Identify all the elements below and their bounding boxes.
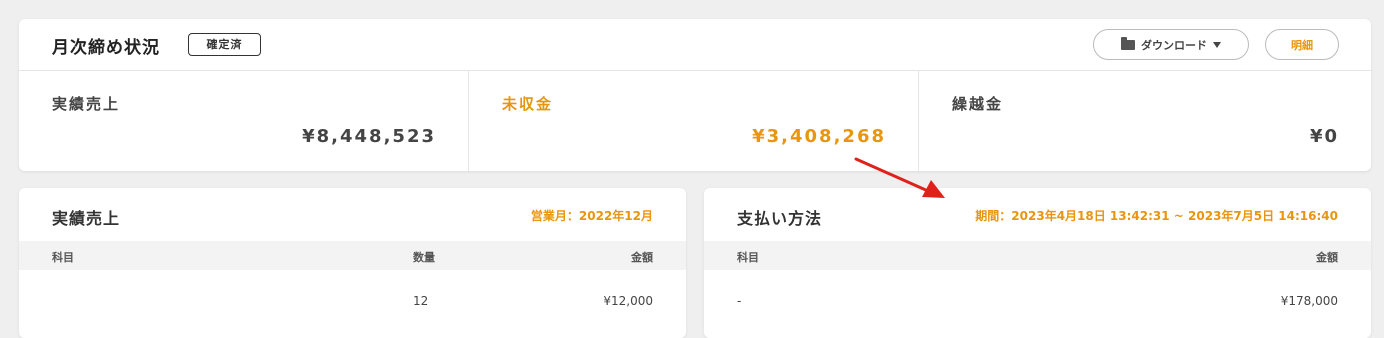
section-title: 支払い方法 xyxy=(737,209,823,228)
sales-card: 実績売上 営業月：2022年12月 科目 数量 金額 12 ¥12,000 xyxy=(19,188,686,338)
caret-down-icon xyxy=(1213,41,1221,48)
table-header: 科目 金額 xyxy=(704,241,1371,270)
summary-header: 月次締め状況 確定済 ダウンロード 明細 xyxy=(19,19,1371,71)
cell-amount: ¥178,000 xyxy=(1280,294,1338,308)
period-range: 期間：2023年4月18日 13:42:31 ~ 2023年7月5日 14:16… xyxy=(975,209,1338,223)
cell-item: - xyxy=(737,294,742,308)
metric-receivables: 未収金 ¥3,408,268 xyxy=(468,70,919,171)
metric-label: 繰越金 xyxy=(952,95,1004,113)
page-title: 月次締め状況 xyxy=(52,38,160,58)
metric-actual-sales: 実績売上 ¥8,448,523 xyxy=(19,70,469,171)
folder-icon xyxy=(1121,36,1135,50)
download-label: ダウンロード xyxy=(1141,38,1207,52)
business-month: 営業月：2022年12月 xyxy=(530,209,653,223)
detail-button[interactable]: 明細 xyxy=(1265,29,1339,60)
column-header-quantity: 数量 xyxy=(413,251,435,264)
metric-value: ¥8,448,523 xyxy=(302,126,436,147)
cell-amount: ¥12,000 xyxy=(603,294,653,308)
monthly-close-summary-card: 月次締め状況 確定済 ダウンロード 明細 実績売上 ¥8,448,523 未収金… xyxy=(19,19,1371,171)
metric-label: 未収金 xyxy=(502,95,554,113)
column-header-item: 科目 xyxy=(52,251,74,264)
metric-value: ¥3,408,268 xyxy=(752,126,886,147)
download-button[interactable]: ダウンロード xyxy=(1093,29,1249,60)
payment-method-card: 支払い方法 期間：2023年4月18日 13:42:31 ~ 2023年7月5日… xyxy=(704,188,1371,338)
column-header-amount: 金額 xyxy=(1316,251,1338,264)
section-title: 実績売上 xyxy=(52,209,121,228)
metric-carryover: 繰越金 ¥0 xyxy=(918,70,1372,171)
column-header-amount: 金額 xyxy=(631,251,653,264)
column-header-item: 科目 xyxy=(737,251,759,264)
status-badge: 確定済 xyxy=(188,33,261,56)
metric-label: 実績売上 xyxy=(52,95,121,113)
metric-value: ¥0 xyxy=(1309,126,1339,147)
cell-quantity: 12 xyxy=(413,294,429,308)
table-header: 科目 数量 金額 xyxy=(19,241,686,270)
